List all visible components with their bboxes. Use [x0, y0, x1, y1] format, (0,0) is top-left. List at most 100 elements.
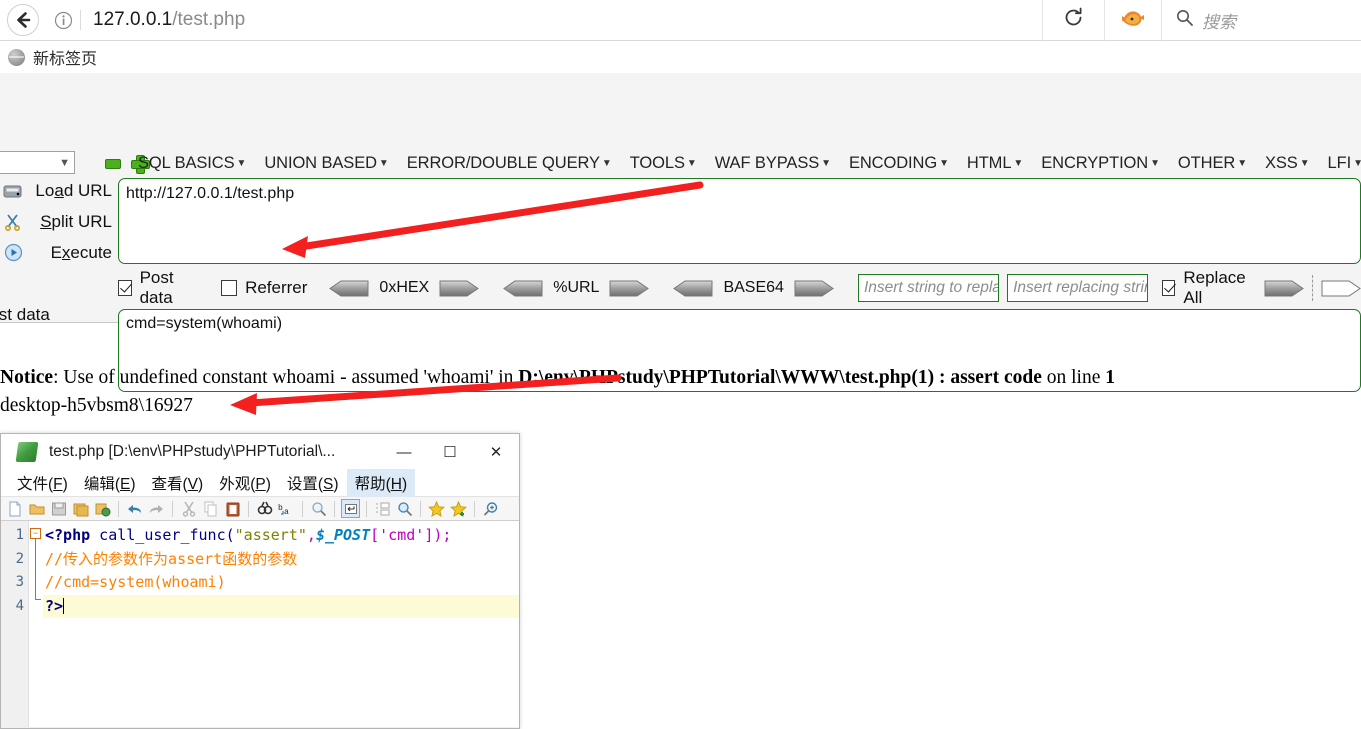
notepadpp-title: test.php [D:\env\PHPstudy\PHPTutorial\..…: [49, 443, 336, 460]
info-icon[interactable]: [46, 0, 80, 41]
load-url-button[interactable]: Load URL: [0, 175, 118, 206]
bracket-close: ]: [424, 526, 434, 544]
close-button[interactable]: ✕: [473, 434, 519, 470]
menu-waf-bypass[interactable]: WAF BYPASS ▼: [706, 154, 840, 173]
show-all-chars-icon[interactable]: [341, 499, 360, 518]
menu-label: XSS: [1265, 153, 1298, 172]
replace-apply-icon[interactable]: [1264, 280, 1304, 297]
menu-encryption[interactable]: ENCRYPTION ▼: [1032, 154, 1169, 173]
fold-collapse-icon[interactable]: −: [30, 528, 41, 539]
url-host: 127.0.0.1: [93, 9, 173, 30]
php-notice: Notice: Use of undefined constant whoami…: [0, 364, 1361, 420]
replace-with-input[interactable]: Insert replacing string: [1007, 274, 1148, 302]
menu-error-double-query[interactable]: ERROR/DOUBLE QUERY ▼: [398, 154, 621, 173]
replace-search-input[interactable]: Insert string to replace: [857, 274, 999, 302]
cut-icon[interactable]: [179, 499, 198, 518]
menu-edit[interactable]: 编辑(E): [76, 469, 144, 497]
string-assert: "assert": [234, 526, 307, 544]
menu-file[interactable]: 文件(F): [9, 469, 76, 497]
string-cmd: 'cmd': [379, 526, 425, 544]
toolbar-separator: [420, 500, 421, 517]
close-file-icon[interactable]: [93, 499, 112, 518]
menu-label-post: ): [198, 476, 204, 493]
fn-call: call_user_func(: [90, 526, 235, 544]
menu-appearance[interactable]: 外观(P): [211, 469, 279, 497]
save-all-icon[interactable]: [71, 499, 90, 518]
menu-accesskey: P: [255, 476, 266, 493]
replace-revert-icon[interactable]: [1321, 280, 1361, 297]
line-number-gutter: 1 2 3 4: [1, 521, 29, 727]
decode-left-icon[interactable]: [329, 280, 369, 297]
menu-encoding[interactable]: ENCODING ▼: [840, 154, 958, 173]
url-textarea[interactable]: http://127.0.0.1/test.php: [118, 178, 1361, 264]
base64-label: BASE64: [723, 279, 784, 296]
post-data-checkbox[interactable]: Post data: [118, 268, 199, 308]
new-file-icon[interactable]: [5, 499, 24, 518]
notepadpp-title-bar[interactable]: test.php [D:\env\PHPstudy\PHPTutorial\..…: [1, 434, 519, 470]
menu-union-based[interactable]: UNION BASED ▼: [255, 154, 397, 173]
menu-html[interactable]: HTML ▼: [958, 154, 1032, 173]
tab-new-tab[interactable]: 新标签页: [2, 45, 103, 69]
search-input[interactable]: 搜索: [1202, 8, 1236, 33]
menu-other[interactable]: OTHER ▼: [1169, 154, 1256, 173]
firefox-menu-button[interactable]: [1105, 0, 1161, 41]
minimize-button[interactable]: —: [381, 434, 427, 470]
bookmark-icon[interactable]: [427, 499, 446, 518]
split-url-button[interactable]: Split URL: [0, 206, 118, 237]
encode-right-icon[interactable]: [609, 280, 650, 297]
menu-settings[interactable]: 设置(S): [279, 469, 347, 497]
menu-label: WAF BYPASS: [714, 153, 820, 172]
find-icon[interactable]: [255, 499, 274, 518]
zoom-region-icon[interactable]: [395, 499, 414, 518]
menu-view[interactable]: 查看(V): [144, 469, 212, 497]
save-icon[interactable]: [49, 499, 68, 518]
toolbar-separator: [366, 500, 367, 517]
redo-icon[interactable]: [147, 499, 166, 518]
open-folder-icon[interactable]: [27, 499, 46, 518]
line-number: 4: [15, 597, 24, 614]
back-button[interactable]: [0, 0, 46, 41]
maximize-button[interactable]: ☐: [427, 434, 473, 470]
encode-right-icon[interactable]: [794, 280, 834, 297]
reload-button[interactable]: [1043, 0, 1105, 41]
undo-icon[interactable]: [125, 499, 144, 518]
address-bar[interactable]: 127.0.0.1/test.php: [46, 0, 1043, 41]
menu-label: SQL BASICS: [138, 153, 235, 172]
referrer-checkbox[interactable]: Referrer: [221, 278, 307, 298]
menu-xss[interactable]: XSS ▼: [1256, 154, 1319, 173]
zoom-in-icon[interactable]: [309, 499, 328, 518]
minus-icon[interactable]: [105, 158, 121, 169]
menu-accesskey: E: [119, 476, 131, 493]
decode-left-icon[interactable]: [503, 280, 543, 297]
menu-label-post: ): [333, 476, 339, 493]
execute-label: Execute: [32, 243, 118, 263]
magnify-icon[interactable]: [481, 499, 500, 518]
chevron-down-icon: ▼: [1299, 157, 1310, 169]
load-url-label: Load URL: [32, 181, 118, 201]
notepadpp-editor[interactable]: 1 2 3 4 − <?php call_user_func("assert",…: [1, 521, 519, 727]
decode-left-icon[interactable]: [673, 280, 713, 297]
replace-all-checkbox[interactable]: Replace All: [1161, 268, 1254, 308]
menu-lfi[interactable]: LFI ▼: [1319, 154, 1361, 173]
execute-icon: [0, 241, 26, 265]
firefox-icon: [1120, 7, 1146, 34]
menu-tools[interactable]: TOOLS ▼: [621, 154, 706, 173]
code-content[interactable]: <?php call_user_func("assert",$_POST['cm…: [43, 521, 519, 727]
menu-sql-basics[interactable]: SQL BASICS ▼: [129, 154, 255, 173]
copy-icon[interactable]: [201, 499, 220, 518]
hackbar-profile-select[interactable]: NT ▼: [0, 151, 75, 174]
notepadpp-window: test.php [D:\env\PHPstudy\PHPTutorial\..…: [0, 433, 520, 729]
code-fold-margin[interactable]: −: [29, 521, 43, 727]
indent-guide-icon[interactable]: [373, 499, 392, 518]
encode-right-icon[interactable]: [439, 280, 480, 297]
search-bar[interactable]: 搜索: [1161, 0, 1361, 41]
menu-accesskey: H: [390, 476, 402, 493]
paste-icon[interactable]: [223, 499, 242, 518]
code-line-2: //传入的参数作为assert函数的参数: [43, 548, 519, 572]
execute-button[interactable]: Execute: [0, 237, 118, 268]
menu-help[interactable]: 帮助(H): [346, 469, 416, 497]
replace-icon[interactable]: ba: [277, 499, 296, 518]
notepadpp-menu-bar: 文件(F) 编辑(E) 查看(V) 外观(P) 设置(S) 帮助(H): [1, 469, 519, 497]
statement-end: );: [433, 526, 452, 544]
bookmark-add-icon[interactable]: [449, 499, 468, 518]
